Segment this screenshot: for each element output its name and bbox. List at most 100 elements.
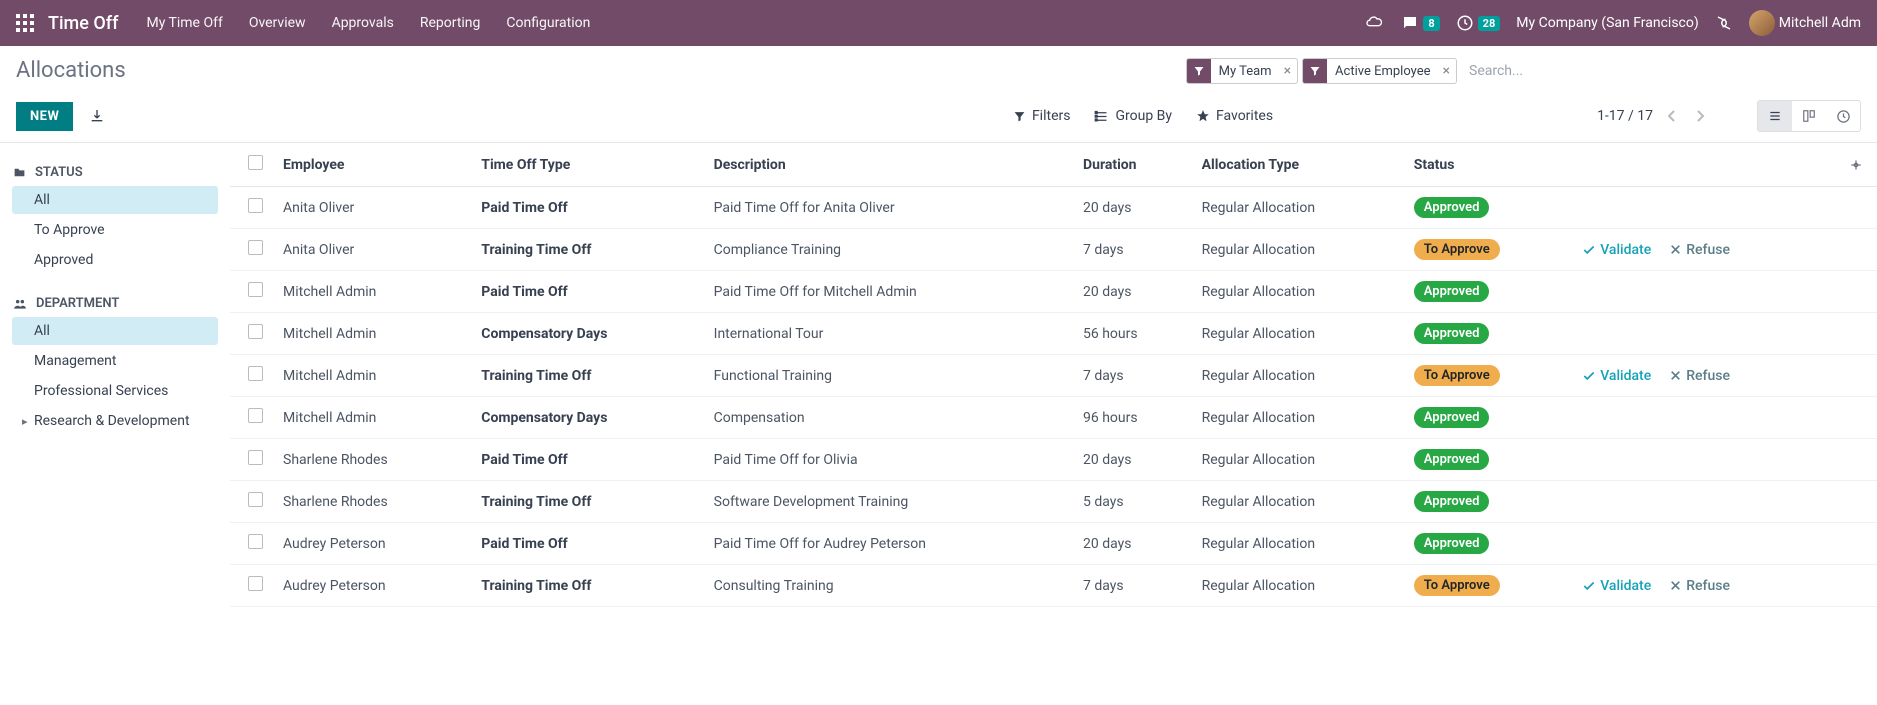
table-row[interactable]: Mitchell Admin Training Time Off Functio…	[230, 355, 1877, 397]
table-row[interactable]: Sharlene Rhodes Training Time Off Softwa…	[230, 481, 1877, 523]
favorites-button[interactable]: Favorites	[1196, 108, 1273, 124]
cell-alloc-type: Regular Allocation	[1192, 229, 1404, 271]
cell-employee: Sharlene Rhodes	[273, 439, 471, 481]
table-row[interactable]: Mitchell Admin Compensatory Days Compens…	[230, 397, 1877, 439]
cell-status: Approved	[1404, 481, 1572, 523]
validate-button[interactable]: Validate	[1582, 242, 1651, 258]
pager-next[interactable]	[1691, 109, 1709, 123]
col-employee[interactable]: Employee	[273, 143, 471, 187]
sidebar-dept-item[interactable]: Research & Development	[12, 407, 218, 435]
table-row[interactable]: Mitchell Admin Compensatory Days Interna…	[230, 313, 1877, 355]
checkbox-row[interactable]	[248, 324, 263, 339]
cell-type: Paid Time Off	[471, 187, 703, 229]
sidebar-dept-item[interactable]: Management	[12, 347, 218, 375]
cell-status: Approved	[1404, 397, 1572, 439]
refuse-button[interactable]: Refuse	[1669, 578, 1730, 594]
sidebar-dept-item[interactable]: Professional Services	[12, 377, 218, 405]
checkbox-row[interactable]	[248, 450, 263, 465]
folder-icon	[12, 166, 27, 179]
col-alloc-type[interactable]: Allocation Type	[1192, 143, 1404, 187]
refuse-button[interactable]: Refuse	[1669, 242, 1730, 258]
refuse-label: Refuse	[1686, 578, 1730, 594]
optional-columns-icon[interactable]	[1849, 158, 1863, 172]
view-list-button[interactable]	[1758, 101, 1792, 131]
table-row[interactable]: Anita Oliver Paid Time Off Paid Time Off…	[230, 187, 1877, 229]
cell-status: Approved	[1404, 187, 1572, 229]
sidebar-dept-item[interactable]: All	[12, 317, 218, 345]
facet-remove[interactable]: ×	[1278, 63, 1297, 79]
cloud-icon[interactable]	[1365, 15, 1385, 31]
checkbox-row[interactable]	[248, 366, 263, 381]
cell-type: Training Time Off	[471, 565, 703, 607]
download-icon[interactable]	[89, 108, 105, 124]
view-kanban-button[interactable]	[1792, 101, 1826, 131]
nav-my-time-off[interactable]: My Time Off	[146, 15, 222, 31]
table-row[interactable]: Audrey Peterson Paid Time Off Paid Time …	[230, 523, 1877, 565]
cell-duration: 20 days	[1073, 439, 1192, 481]
nav-links: My Time Off Overview Approvals Reporting…	[146, 15, 590, 31]
facet-remove[interactable]: ×	[1437, 63, 1456, 79]
cell-duration: 20 days	[1073, 523, 1192, 565]
table-row[interactable]: Anita Oliver Training Time Off Complianc…	[230, 229, 1877, 271]
validate-button[interactable]: Validate	[1582, 368, 1651, 384]
col-status[interactable]: Status	[1404, 143, 1572, 187]
checkbox-all[interactable]	[248, 155, 263, 170]
pager: 1-17 / 17	[1597, 108, 1709, 124]
table-row[interactable]: Sharlene Rhodes Paid Time Off Paid Time …	[230, 439, 1877, 481]
cell-status: To Approve	[1404, 565, 1572, 607]
nav-overview[interactable]: Overview	[249, 15, 306, 31]
debug-icon[interactable]	[1715, 14, 1733, 32]
company-switcher[interactable]: My Company (San Francisco)	[1516, 15, 1698, 31]
app-title[interactable]: Time Off	[48, 13, 118, 34]
view-activity-button[interactable]	[1826, 101, 1860, 131]
cell-type: Training Time Off	[471, 481, 703, 523]
groupby-button[interactable]: Group By	[1094, 108, 1172, 124]
sidebar-status-item[interactable]: To Approve	[12, 216, 218, 244]
pager-range[interactable]: 1-17 / 17	[1597, 108, 1653, 124]
cell-duration: 20 days	[1073, 271, 1192, 313]
sidebar-status-item[interactable]: Approved	[12, 246, 218, 274]
checkbox-row[interactable]	[248, 576, 263, 591]
refuse-button[interactable]: Refuse	[1669, 368, 1730, 384]
checkbox-row[interactable]	[248, 534, 263, 549]
checkbox-row[interactable]	[248, 408, 263, 423]
search-input[interactable]	[1461, 59, 1861, 83]
cell-duration: 96 hours	[1073, 397, 1192, 439]
checkbox-row[interactable]	[248, 198, 263, 213]
funnel-icon	[1303, 59, 1327, 83]
cell-actions	[1572, 313, 1839, 355]
cell-description: Paid Time Off for Anita Oliver	[704, 187, 1073, 229]
pager-prev[interactable]	[1663, 109, 1681, 123]
cell-actions	[1572, 523, 1839, 565]
nav-configuration[interactable]: Configuration	[506, 15, 590, 31]
table-row[interactable]: Mitchell Admin Paid Time Off Paid Time O…	[230, 271, 1877, 313]
apps-icon[interactable]	[16, 14, 34, 32]
new-button[interactable]: NEW	[16, 102, 73, 131]
checkbox-row[interactable]	[248, 492, 263, 507]
col-description[interactable]: Description	[704, 143, 1073, 187]
cell-employee: Sharlene Rhodes	[273, 481, 471, 523]
filters-button[interactable]: Filters	[1013, 108, 1071, 124]
messages-icon[interactable]: 8	[1401, 14, 1439, 32]
control-panel: Allocations My Team × Active Employee × …	[0, 46, 1877, 142]
cell-status: Approved	[1404, 271, 1572, 313]
table-row[interactable]: Audrey Peterson Training Time Off Consul…	[230, 565, 1877, 607]
validate-button[interactable]: Validate	[1582, 578, 1651, 594]
cell-employee: Audrey Peterson	[273, 523, 471, 565]
cell-description: Compliance Training	[704, 229, 1073, 271]
col-type[interactable]: Time Off Type	[471, 143, 703, 187]
cell-status: Approved	[1404, 439, 1572, 481]
cell-actions	[1572, 481, 1839, 523]
col-duration[interactable]: Duration	[1073, 143, 1192, 187]
cell-employee: Mitchell Admin	[273, 355, 471, 397]
sidebar-status-item[interactable]: All	[12, 186, 218, 214]
cell-description: Compensation	[704, 397, 1073, 439]
checkbox-row[interactable]	[248, 282, 263, 297]
user-menu[interactable]: Mitchell Adm	[1749, 10, 1861, 36]
nav-reporting[interactable]: Reporting	[420, 15, 481, 31]
activities-icon[interactable]: 28	[1456, 14, 1501, 32]
col-actions	[1572, 143, 1839, 187]
nav-approvals[interactable]: Approvals	[332, 15, 394, 31]
cell-status: Approved	[1404, 523, 1572, 565]
checkbox-row[interactable]	[248, 240, 263, 255]
